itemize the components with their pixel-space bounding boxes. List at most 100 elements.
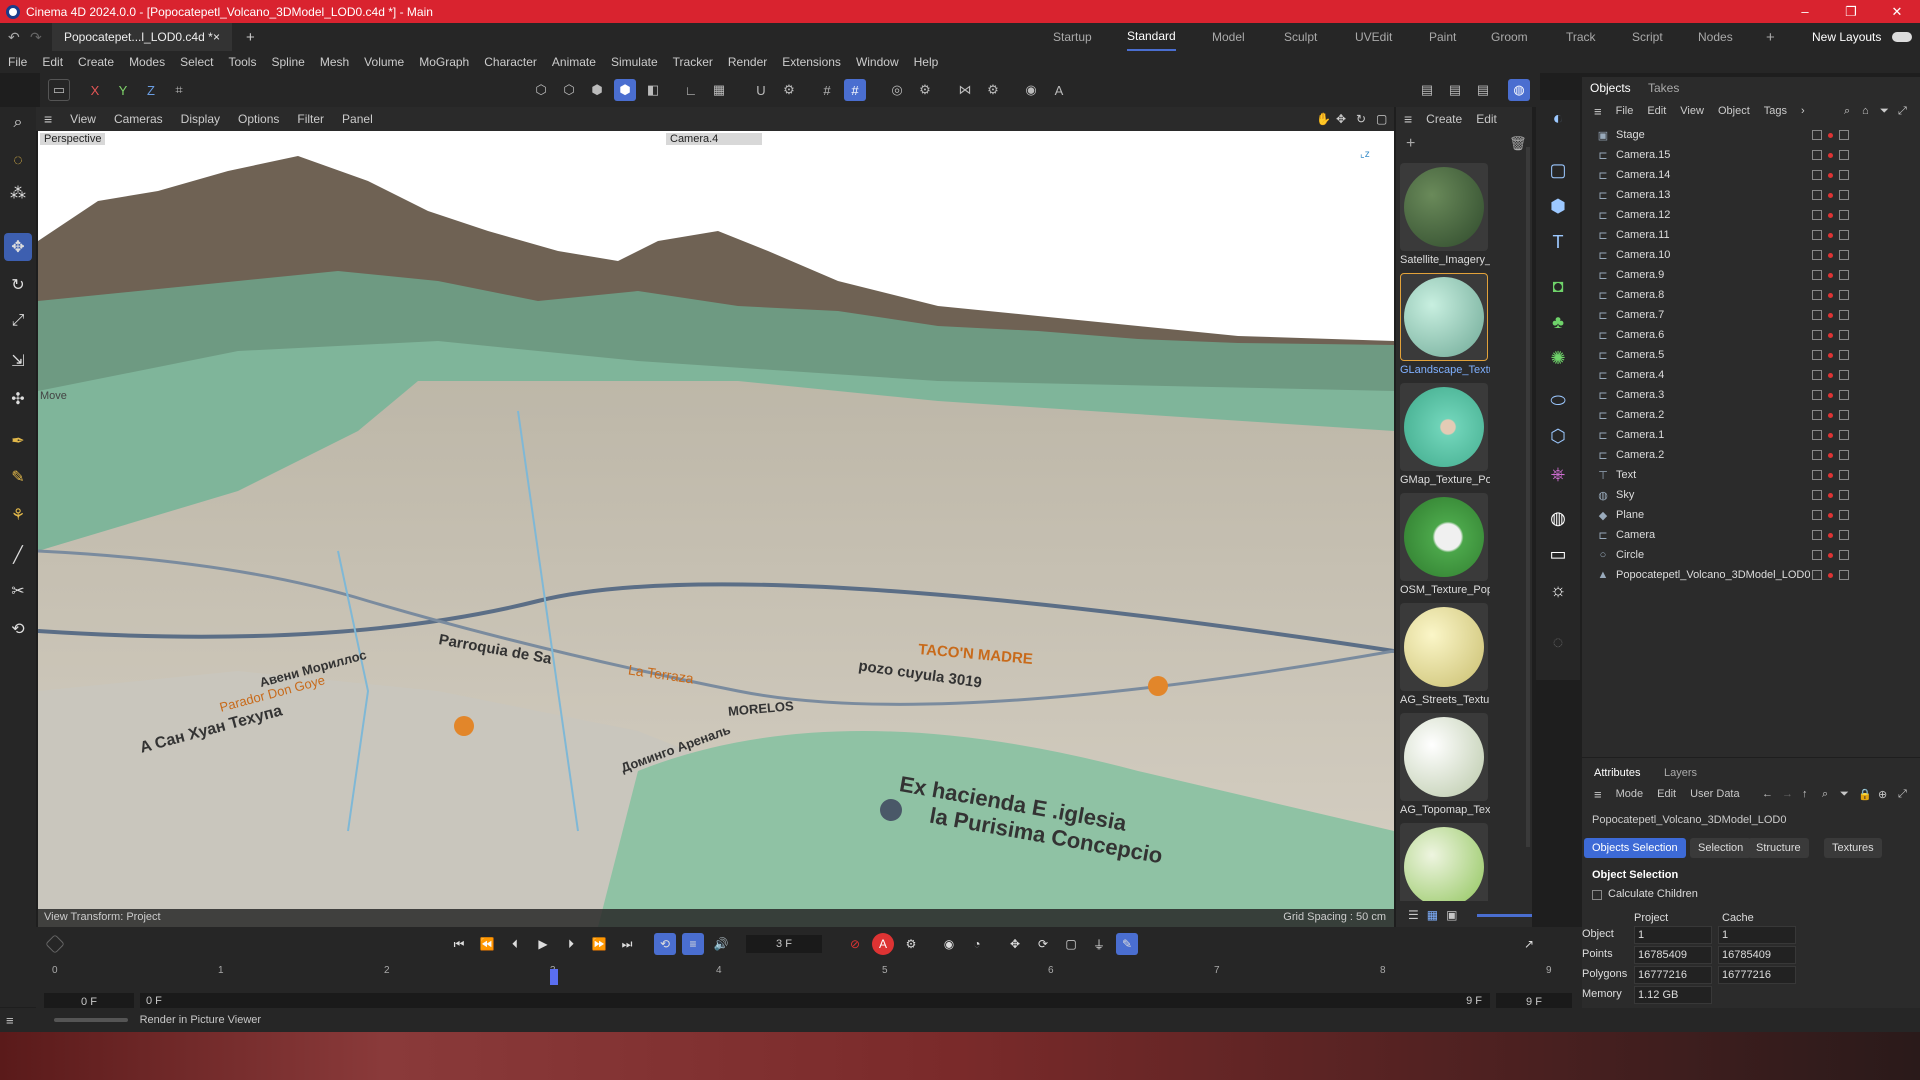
previous-frame-icon[interactable]: ⏴ <box>504 933 526 955</box>
edit-render-settings-icon[interactable]: ▤ <box>1472 79 1494 101</box>
projection-label[interactable]: Perspective <box>40 133 106 145</box>
tag-icon[interactable] <box>1839 230 1849 240</box>
object-row[interactable]: ○ Circle <box>1582 545 1920 565</box>
layer-checkbox-icon[interactable] <box>1812 410 1822 420</box>
field-icon[interactable]: ⬡ <box>1544 422 1572 450</box>
menu-mograph[interactable]: MoGraph <box>419 55 469 69</box>
close-window-button[interactable]: ✕ <box>1874 0 1920 23</box>
layer-checkbox-icon[interactable] <box>1812 210 1822 220</box>
text-spline-icon[interactable]: T <box>1544 228 1572 256</box>
key-morph-icon[interactable]: ⏚ <box>1088 933 1110 955</box>
object-row[interactable]: ⊤ Text <box>1582 465 1920 485</box>
tab-layers[interactable]: Layers <box>1656 762 1705 784</box>
light-icon[interactable]: ☼ <box>1544 576 1572 604</box>
attributes-menu-edit[interactable]: Edit <box>1657 788 1676 800</box>
grid-view-icon[interactable]: ▦ <box>1427 908 1438 922</box>
layer-checkbox-icon[interactable] <box>1812 290 1822 300</box>
visibility-dot-icon[interactable] <box>1828 392 1833 398</box>
menu-tools[interactable]: Tools <box>228 55 256 69</box>
material-osm[interactable]: OSM_Texture_Pop <box>1400 493 1490 596</box>
add-tab-button[interactable]: + <box>246 29 255 46</box>
layout-startup[interactable]: Startup <box>1053 23 1092 51</box>
points-mode-icon[interactable]: ⬡ <box>530 79 552 101</box>
menu-mesh[interactable]: Mesh <box>320 55 349 69</box>
z-axis-lock-button[interactable]: Z <box>140 79 162 101</box>
material-satellite[interactable]: Satellite_Imagery_ <box>1400 163 1490 266</box>
tag-icon[interactable] <box>1839 450 1849 460</box>
layer-checkbox-icon[interactable] <box>1812 150 1822 160</box>
material-hamburger-icon[interactable]: ≡ <box>1404 111 1412 127</box>
tag-icon[interactable] <box>1839 490 1849 500</box>
tag-icon[interactable] <box>1839 250 1849 260</box>
layer-checkbox-icon[interactable] <box>1812 250 1822 260</box>
visibility-dot-icon[interactable] <box>1828 292 1833 298</box>
new-layouts-label[interactable]: New Layouts <box>1812 23 1881 51</box>
visibility-dot-icon[interactable] <box>1828 232 1833 238</box>
menu-select[interactable]: Select <box>180 55 213 69</box>
move-tool-icon[interactable]: ✥ <box>4 233 32 261</box>
object-row[interactable]: ⊏ Camera.2 <box>1582 445 1920 465</box>
tag-icon[interactable] <box>1839 530 1849 540</box>
mograph-icon[interactable]: ♣ <box>1544 308 1572 336</box>
previous-key-icon[interactable]: ⏪ <box>476 933 498 955</box>
visibility-dot-icon[interactable] <box>1828 132 1833 138</box>
menu-file[interactable]: File <box>8 55 27 69</box>
minimize-button[interactable]: – <box>1782 0 1828 23</box>
calculate-children-checkbox[interactable] <box>1592 890 1602 900</box>
objects-menu-object[interactable]: Object <box>1718 105 1750 117</box>
search-icon[interactable]: ⌕ <box>4 109 32 137</box>
layer-checkbox-icon[interactable] <box>1812 170 1822 180</box>
generator-icon[interactable]: ◘ <box>1544 272 1572 300</box>
objects-menu-more-icon[interactable]: › <box>1801 105 1805 117</box>
layer-checkbox-icon[interactable] <box>1812 390 1822 400</box>
timeline-playhead[interactable] <box>549 969 558 985</box>
snap-icon[interactable]: U <box>750 79 772 101</box>
object-row[interactable]: ⊏ Camera.15 <box>1582 145 1920 165</box>
object-row[interactable]: ⊏ Camera.4 <box>1582 365 1920 385</box>
object-row[interactable]: ⊏ Camera.14 <box>1582 165 1920 185</box>
viewport-menu-view[interactable]: View <box>70 112 96 126</box>
menu-volume[interactable]: Volume <box>364 55 404 69</box>
object-row[interactable]: ⊏ Camera <box>1582 525 1920 545</box>
extrude-tool-icon[interactable]: ⟲ <box>4 615 32 643</box>
interpolation-icon[interactable]: ✎ <box>1116 933 1138 955</box>
tag-icon[interactable] <box>1839 190 1849 200</box>
visibility-dot-icon[interactable] <box>1828 432 1833 438</box>
render-view-icon[interactable]: ▤ <box>1416 79 1438 101</box>
layer-checkbox-icon[interactable] <box>1812 190 1822 200</box>
filter-selection[interactable]: Selection <box>1690 838 1752 858</box>
object-row[interactable]: ⊏ Camera.2 <box>1582 405 1920 425</box>
objects-menu-file[interactable]: File <box>1616 105 1634 117</box>
objects-filter-icon[interactable]: ⏷ <box>1880 105 1889 118</box>
disabled-tool-icon[interactable]: ◌ <box>1544 628 1572 656</box>
tag-icon[interactable] <box>1839 370 1849 380</box>
menu-edit[interactable]: Edit <box>42 55 63 69</box>
document-tab[interactable]: Popocatepet...l_LOD0.c4d * × <box>52 23 232 51</box>
attributes-expand-icon[interactable]: ⤢ <box>1898 788 1907 801</box>
new-layouts-toggle[interactable] <box>1892 32 1912 42</box>
play-icon[interactable]: ▶ <box>532 933 554 955</box>
add-layout-icon[interactable]: + <box>1766 23 1775 51</box>
visibility-dot-icon[interactable] <box>1828 412 1833 418</box>
material-gmap[interactable]: GMap_Texture_Po <box>1400 383 1490 486</box>
axis-tool-icon[interactable]: ✣ <box>4 385 32 413</box>
attributes-new-icon[interactable]: ⊕ <box>1878 788 1887 801</box>
object-row[interactable]: ⊏ Camera.10 <box>1582 245 1920 265</box>
tag-icon[interactable] <box>1839 170 1849 180</box>
object-row[interactable]: ⊏ Camera.12 <box>1582 205 1920 225</box>
attributes-search-icon[interactable]: ⌕ <box>1822 788 1828 801</box>
layer-checkbox-icon[interactable] <box>1812 350 1822 360</box>
visibility-dot-icon[interactable] <box>1828 552 1833 558</box>
visibility-dot-icon[interactable] <box>1828 472 1833 478</box>
layout-groom[interactable]: Groom <box>1491 23 1528 51</box>
menu-simulate[interactable]: Simulate <box>611 55 658 69</box>
render-settings-icon[interactable]: ⚙ <box>914 79 936 101</box>
layout-model[interactable]: Model <box>1212 23 1245 51</box>
polygons-mode-icon[interactable]: ⬢ <box>586 79 608 101</box>
cube-icon[interactable]: ⬢ <box>1544 192 1572 220</box>
sketch-tool-icon[interactable]: ✎ <box>4 463 32 491</box>
layout-sculpt[interactable]: Sculpt <box>1284 23 1317 51</box>
snap-settings-icon[interactable]: ⚙ <box>778 79 800 101</box>
coordinate-system-icon[interactable]: ⌗ <box>168 79 190 101</box>
tab-takes[interactable]: Takes <box>1648 77 1679 99</box>
